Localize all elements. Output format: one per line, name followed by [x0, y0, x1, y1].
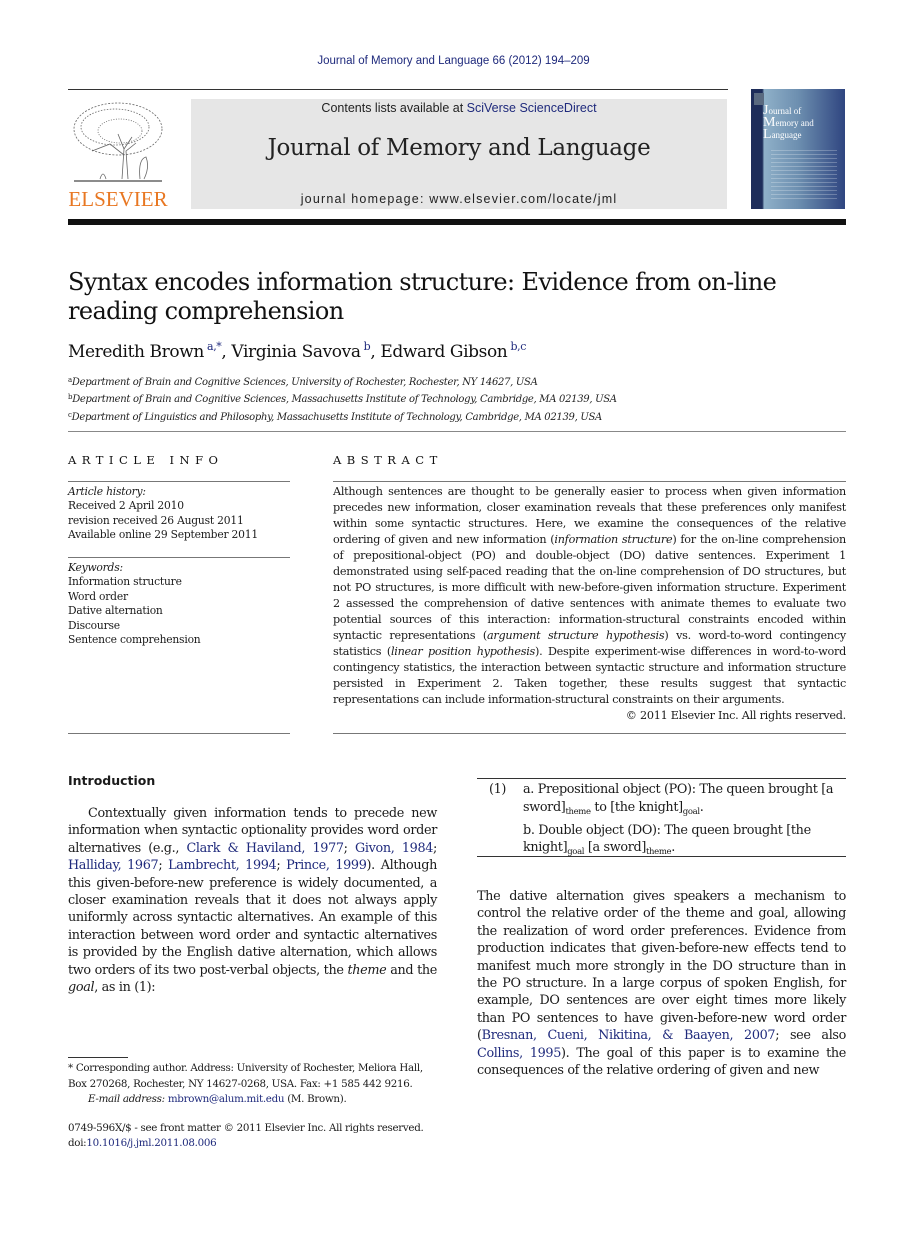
contents-prefix: Contents lists available at [321, 101, 467, 115]
keyword: Word order [68, 589, 128, 603]
introduction-paragraph: Contextually given information tends to … [68, 806, 437, 996]
citation-link[interactable]: Givon, 1984 [355, 841, 433, 856]
keyword: Information structure [68, 575, 182, 589]
abstract-copyright: © 2011 Elsevier Inc. All rights reserved… [625, 709, 847, 722]
sciencedirect-link[interactable]: SciVerse ScienceDirect [467, 101, 597, 115]
history-item: Available online 29 September 2011 [68, 528, 258, 542]
example-top-rule [477, 778, 846, 779]
cover-initial: L [763, 127, 772, 142]
article-info-heading: ARTICLE INFO [68, 453, 224, 467]
example-item-a: a. Prepositional object (PO): The queen … [523, 782, 834, 817]
keyword: Discourse [68, 618, 120, 632]
section-rule [68, 431, 846, 432]
keyword: Dative alternation [68, 604, 163, 618]
keywords-label: Keywords: [68, 561, 123, 574]
journal-name: Journal of Memory and Language [267, 135, 651, 161]
journal-masthead: Contents lists available at SciVerse Sci… [191, 99, 727, 209]
author-affil-marker[interactable]: b [361, 340, 371, 353]
doi-link[interactable]: 10.1016/j.jml.2011.08.006 [86, 1137, 216, 1149]
divider [68, 481, 290, 482]
abstract-heading: ABSTRACT [333, 453, 443, 467]
journal-cover-image[interactable]: Journal of Memory and Language [751, 89, 845, 209]
history-item: Received 2 April 2010 [68, 499, 184, 513]
author-affil-marker[interactable]: b,c [507, 340, 526, 353]
article-title: Syntax encodes information structure: Ev… [68, 268, 777, 325]
affiliations: aDepartment of Brain and Cognitive Scien… [68, 373, 617, 425]
doi-line: doi:10.1016/j.jml.2011.08.006 [68, 1137, 217, 1149]
divider [68, 733, 290, 734]
email-link[interactable]: mbrown@alum.mit.edu [168, 1093, 285, 1105]
divider [333, 733, 846, 734]
journal-homepage[interactable]: journal homepage: www.elsevier.com/locat… [191, 192, 727, 206]
cover-title: Journal of Memory and Language [763, 104, 814, 142]
abstract-text: Although sentences are thought to be gen… [333, 485, 846, 706]
author-name[interactable]: Virginia Savova [231, 342, 361, 362]
footnote: * Corresponding author. Address: Univers… [68, 1061, 440, 1108]
affiliation: cDepartment of Linguistics and Philosoph… [68, 410, 602, 423]
example-bottom-rule [477, 856, 846, 857]
affiliation: bDepartment of Brain and Cognitive Scien… [68, 393, 617, 406]
keywords: Keywords: Information structure Word ord… [68, 561, 201, 647]
author-name[interactable]: Edward Gibson [380, 342, 507, 362]
citation-link[interactable]: Lambrecht, 1994 [168, 858, 277, 873]
running-head[interactable]: Journal of Memory and Language 66 (2012)… [0, 55, 907, 67]
elsevier-tree-icon [73, 102, 163, 182]
email-line: E-mail address: mbrown@alum.mit.edu (M. … [88, 1093, 347, 1105]
example-number: (1) [489, 782, 507, 797]
cover-contents-lines [771, 147, 837, 199]
cover-text: anguage [771, 130, 802, 140]
top-rule [68, 89, 728, 90]
keyword: Sentence comprehension [68, 633, 201, 647]
masthead-thick-rule [68, 219, 846, 225]
corresponding-author-note: * Corresponding author. Address: Univers… [68, 1062, 423, 1090]
issn-line: 0749-596X/$ - see front matter © 2011 El… [68, 1122, 424, 1134]
affiliation: aDepartment of Brain and Cognitive Scien… [68, 376, 538, 388]
divider [68, 557, 290, 558]
elsevier-wordmark: ELSEVIER [68, 187, 168, 211]
author-list: Meredith Brown a,*, Virginia Savova b, E… [68, 340, 526, 362]
citation-link[interactable]: Prince, 1999 [286, 858, 367, 873]
history-item: revision received 26 August 2011 [68, 513, 244, 527]
author-affil-marker[interactable]: a,* [204, 340, 222, 353]
citation-link[interactable]: Collins, 1995 [477, 1046, 561, 1061]
citation-link[interactable]: Clark & Haviland, 1977 [186, 841, 344, 856]
footnote-rule [68, 1057, 128, 1058]
body-paragraph: The dative alternation gives speakers a … [477, 889, 847, 1079]
abstract-body: Although sentences are thought to be gen… [333, 484, 846, 724]
introduction-heading: Introduction [68, 773, 156, 788]
citation-link[interactable]: Bresnan, Cueni, Nikitina, & Baayen, 2007 [482, 1028, 776, 1043]
history-label: Article history: [68, 485, 146, 498]
citation-link[interactable]: Halliday, 1967 [68, 858, 159, 873]
cover-text: emory and [775, 118, 814, 128]
article-history: Article history: Received 2 April 2010 r… [68, 485, 258, 543]
contents-line: Contents lists available at SciVerse Sci… [191, 101, 727, 115]
divider [333, 481, 846, 482]
front-matter: 0749-596X/$ - see front matter © 2011 El… [68, 1121, 440, 1151]
elsevier-logo[interactable]: ELSEVIER [68, 97, 168, 211]
author-name[interactable]: Meredith Brown [68, 342, 204, 362]
